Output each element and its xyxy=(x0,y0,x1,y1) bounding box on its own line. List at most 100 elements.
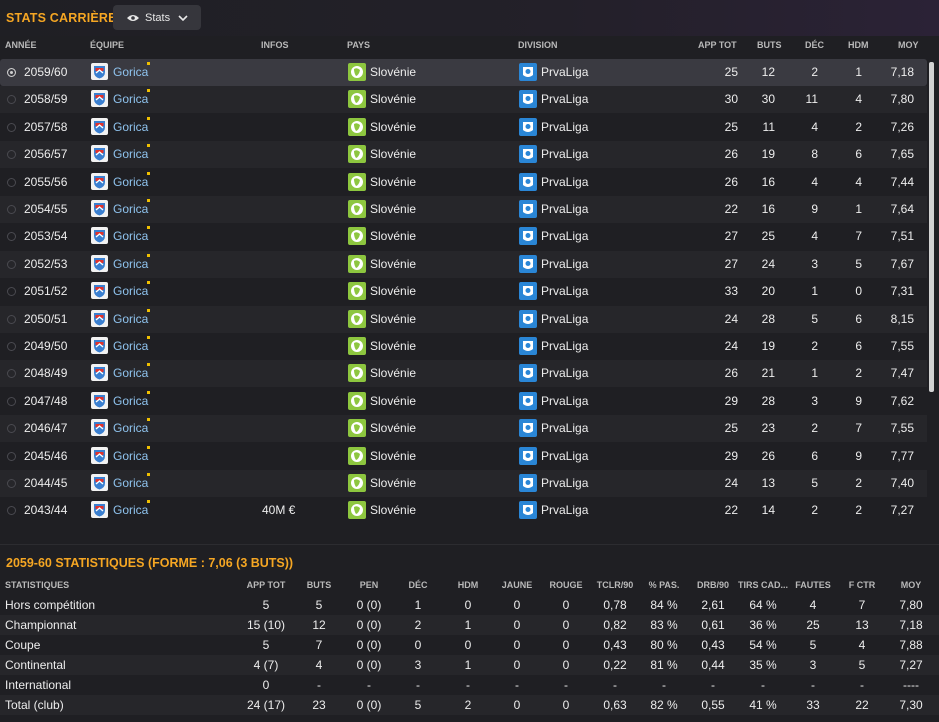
team-link[interactable]: Gorica xyxy=(113,257,148,271)
division-link[interactable]: PrvaLiga xyxy=(541,421,588,435)
team-link[interactable]: Gorica xyxy=(113,312,148,326)
row-radio[interactable] xyxy=(7,506,16,516)
country-link[interactable]: Slovénie xyxy=(370,339,416,353)
col-header-year[interactable]: ANNÉE xyxy=(5,40,37,50)
country-link[interactable]: Slovénie xyxy=(370,366,416,380)
row-radio[interactable] xyxy=(7,259,16,269)
table-row[interactable]: 2049/50 Gorica Slovénie PrvaLiga 24 19 2 6 7,55 xyxy=(0,333,927,360)
row-radio[interactable] xyxy=(7,396,16,406)
row-radio[interactable] xyxy=(7,177,16,187)
division-link[interactable]: PrvaLiga xyxy=(541,202,588,216)
team-link[interactable]: Gorica xyxy=(113,175,148,189)
country-link[interactable]: Slovénie xyxy=(370,229,416,243)
country-link[interactable]: Slovénie xyxy=(370,92,416,106)
division-link[interactable]: PrvaLiga xyxy=(541,92,588,106)
table-row[interactable]: 2046/47 Gorica Slovénie PrvaLiga 25 23 2 7 7,55 xyxy=(0,415,927,443)
table-row[interactable]: 2057/58 Gorica Slovénie PrvaLiga 25 11 4 2 7,26 xyxy=(0,114,927,141)
country-link[interactable]: Slovénie xyxy=(370,449,416,463)
country-link[interactable]: Slovénie xyxy=(370,284,416,298)
table-row[interactable]: 2054/55 Gorica Slovénie PrvaLiga 22 16 9 1 7,64 xyxy=(0,196,927,223)
table-row[interactable]: 2051/52 Gorica Slovénie PrvaLiga 33 20 1 0 7,31 xyxy=(0,278,927,305)
col-header-goals[interactable]: BUTS xyxy=(757,40,782,50)
team-link[interactable]: Gorica xyxy=(113,366,148,380)
row-radio[interactable] xyxy=(7,369,16,379)
team-link[interactable]: Gorica xyxy=(113,394,148,408)
team-link[interactable]: Gorica xyxy=(113,147,148,161)
table-row[interactable]: 2056/57 Gorica Slovénie PrvaLiga 26 19 8 6 7,65 xyxy=(0,141,927,169)
row-radio[interactable] xyxy=(7,150,16,160)
team-link[interactable]: Gorica xyxy=(113,449,148,463)
row-radio[interactable] xyxy=(7,95,16,105)
col-header-info[interactable]: INFOS xyxy=(261,40,289,50)
country-link[interactable]: Slovénie xyxy=(370,394,416,408)
division-link[interactable]: PrvaLiga xyxy=(541,339,588,353)
table-row[interactable]: 2058/59 Gorica Slovénie PrvaLiga 30 30 11 4 7,80 xyxy=(0,86,927,114)
stats-col-header[interactable]: APP TOT xyxy=(236,580,296,590)
col-header-division[interactable]: DIVISION xyxy=(518,40,558,50)
table-row[interactable]: 2043/44 Gorica 40M € Slovénie PrvaLiga 22 14 2 2… xyxy=(0,497,927,524)
division-link[interactable]: PrvaLiga xyxy=(541,503,588,517)
row-radio[interactable] xyxy=(7,314,16,324)
table-row[interactable]: 2055/56 Gorica Slovénie PrvaLiga 26 16 4 4 7,44 xyxy=(0,169,927,196)
country-link[interactable]: Slovénie xyxy=(370,175,416,189)
table-row[interactable]: 2059/60 Gorica Slovénie PrvaLiga 25 12 2 1 7,18 xyxy=(0,59,927,86)
row-radio[interactable] xyxy=(7,479,16,488)
col-header-country[interactable]: PAYS xyxy=(347,40,370,50)
country-link[interactable]: Slovénie xyxy=(370,147,416,161)
country-link[interactable]: Slovénie xyxy=(370,257,416,271)
country-link[interactable]: Slovénie xyxy=(370,202,416,216)
division-link[interactable]: PrvaLiga xyxy=(541,147,588,161)
division-link[interactable]: PrvaLiga xyxy=(541,257,588,271)
table-row[interactable]: 2048/49 Gorica Slovénie PrvaLiga 26 21 1 2 7,47 xyxy=(0,360,927,388)
table-row[interactable]: 2047/48 Gorica Slovénie PrvaLiga 29 28 3 9 7,62 xyxy=(0,388,927,415)
country-link[interactable]: Slovénie xyxy=(370,120,416,134)
division-link[interactable]: PrvaLiga xyxy=(541,65,588,79)
division-link[interactable]: PrvaLiga xyxy=(541,476,588,490)
division-link[interactable]: PrvaLiga xyxy=(541,284,588,298)
division-link[interactable]: PrvaLiga xyxy=(541,449,588,463)
division-link[interactable]: PrvaLiga xyxy=(541,229,588,243)
table-row[interactable]: 2045/46 Gorica Slovénie PrvaLiga 29 26 6 9 7,77 xyxy=(0,443,927,470)
row-radio[interactable] xyxy=(7,342,16,351)
division-link[interactable]: PrvaLiga xyxy=(541,120,588,134)
table-row[interactable]: 2052/53 Gorica Slovénie PrvaLiga 27 24 3 5 7,67 xyxy=(0,250,927,278)
row-radio[interactable] xyxy=(7,451,16,461)
row-radio[interactable] xyxy=(7,122,16,132)
row-radio[interactable] xyxy=(7,287,16,297)
team-link[interactable]: Gorica xyxy=(113,229,148,243)
division-link[interactable]: PrvaLiga xyxy=(541,312,588,326)
country-link[interactable]: Slovénie xyxy=(370,476,416,490)
col-header-apps[interactable]: APP TOT xyxy=(698,40,737,50)
row-radio[interactable] xyxy=(7,68,16,77)
stats-view-dropdown[interactable]: Stats xyxy=(113,5,201,30)
division-link[interactable]: PrvaLiga xyxy=(541,366,588,380)
col-header-pom[interactable]: HDM xyxy=(848,40,869,50)
table-row[interactable]: 2050/51 Gorica Slovénie PrvaLiga 24 28 5 6 8,15 xyxy=(0,305,927,333)
col-header-avg[interactable]: MOY xyxy=(898,40,919,50)
country-link[interactable]: Slovénie xyxy=(370,65,416,79)
country-link[interactable]: Slovénie xyxy=(370,421,416,435)
team-link[interactable]: Gorica xyxy=(113,503,148,517)
stats-col-header[interactable]: MOY xyxy=(881,580,939,590)
scrollbar-thumb[interactable] xyxy=(929,62,934,392)
team-link[interactable]: Gorica xyxy=(113,92,148,106)
team-link[interactable]: Gorica xyxy=(113,284,148,298)
col-header-assists[interactable]: DÉC xyxy=(805,40,824,50)
table-row[interactable]: 2044/45 Gorica Slovénie PrvaLiga 24 13 5 2 7,40 xyxy=(0,470,927,497)
team-link[interactable]: Gorica xyxy=(113,202,148,216)
row-radio[interactable] xyxy=(7,424,16,434)
team-link[interactable]: Gorica xyxy=(113,65,148,79)
division-link[interactable]: PrvaLiga xyxy=(541,394,588,408)
table-row[interactable]: 2053/54 Gorica Slovénie PrvaLiga 27 25 4 7 7,51 xyxy=(0,223,927,250)
row-radio[interactable] xyxy=(7,232,16,242)
col-header-team[interactable]: ÉQUIPE xyxy=(90,40,124,50)
division-link[interactable]: PrvaLiga xyxy=(541,175,588,189)
stats-col-header[interactable]: STATISTIQUES xyxy=(5,580,69,590)
team-link[interactable]: Gorica xyxy=(113,120,148,134)
team-link[interactable]: Gorica xyxy=(113,339,148,353)
country-link[interactable]: Slovénie xyxy=(370,312,416,326)
row-radio[interactable] xyxy=(7,205,16,214)
country-link[interactable]: Slovénie xyxy=(370,503,416,517)
team-link[interactable]: Gorica xyxy=(113,476,148,490)
team-link[interactable]: Gorica xyxy=(113,421,148,435)
